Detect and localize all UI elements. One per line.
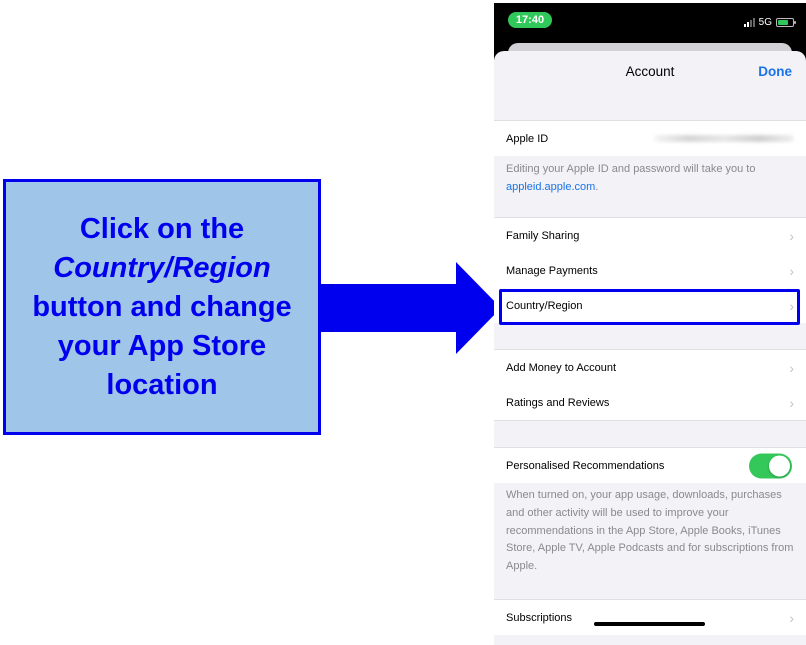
chevron-right-icon: › (789, 359, 794, 376)
toggle-knob (769, 455, 790, 476)
personalised-recommendations-toggle[interactable] (749, 453, 792, 478)
apple-id-value-redacted (654, 135, 794, 142)
account-sheet: Account Done Apple ID Editing your Apple… (494, 51, 806, 645)
chevron-right-icon: › (789, 297, 794, 314)
status-indicators: 5G (743, 17, 796, 28)
callout-line: your App Store (57, 329, 267, 362)
pointer-arrow-icon (321, 262, 501, 354)
divider (494, 420, 806, 421)
callout-line: Click on the (79, 212, 245, 245)
signal-icon (743, 17, 755, 27)
callout-line: location (106, 368, 218, 401)
phone-screen: 17:40 5G Account Done Apple ID Editing y… (494, 3, 806, 645)
battery-charging-icon (776, 18, 796, 27)
apple-id-label: Apple ID (506, 132, 549, 145)
navbar: Account Done (494, 51, 806, 95)
network-label: 5G (758, 17, 772, 28)
done-button[interactable]: Done (758, 64, 792, 79)
row-label: Personalised Recommendations (506, 459, 665, 472)
home-indicator[interactable] (594, 622, 705, 626)
personalised-recommendations-row: Personalised Recommendations (494, 448, 806, 483)
chevron-right-icon: › (789, 394, 794, 411)
ratings-reviews-row[interactable]: Ratings and Reviews › (494, 385, 806, 420)
apple-id-row[interactable]: Apple ID (494, 121, 806, 156)
country-region-row[interactable]: Country/Region › (494, 288, 806, 323)
appleid-link[interactable]: appleid.apple.com (506, 181, 595, 193)
instruction-callout: Click on the Country/Region button and c… (3, 179, 321, 435)
apple-id-note: Editing your Apple ID and password will … (506, 163, 756, 193)
add-money-row[interactable]: Add Money to Account › (494, 350, 806, 385)
row-label: Manage Payments (506, 264, 598, 277)
manage-payments-row[interactable]: Manage Payments › (494, 253, 806, 288)
row-label: Country/Region (506, 299, 583, 312)
row-label: Add Money to Account (506, 361, 617, 374)
callout-emphasis: Country/Region (53, 251, 271, 284)
personalised-note: When turned on, your app usage, download… (506, 489, 794, 573)
status-time: 17:40 (508, 12, 552, 28)
row-label: Family Sharing (506, 229, 580, 242)
callout-line: button and change (32, 290, 292, 323)
chevron-right-icon: › (789, 262, 794, 279)
row-label: Subscriptions (506, 611, 573, 624)
row-label: Ratings and Reviews (506, 396, 610, 409)
chevron-right-icon: › (789, 609, 794, 626)
instruction-text: Click on the Country/Region button and c… (32, 210, 291, 405)
subscriptions-row[interactable]: Subscriptions › (494, 600, 806, 635)
chevron-right-icon: › (789, 227, 794, 244)
family-sharing-row[interactable]: Family Sharing › (494, 218, 806, 253)
